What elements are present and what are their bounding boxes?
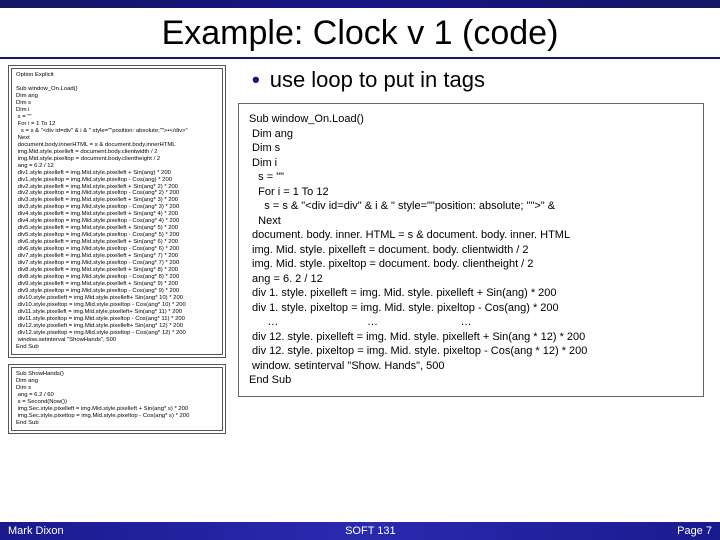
top-accent-bar (0, 0, 720, 8)
footer-center: SOFT 131 (345, 525, 396, 537)
footer-right: Page 7 (677, 525, 712, 537)
bullet-line: • use loop to put in tags (252, 67, 712, 93)
code-box-hands: Sub ShowHands() Dim ang Dim s ang = 6.2 … (11, 367, 223, 431)
slide-title: Example: Clock v 1 (code) (0, 14, 720, 53)
code-box-hands-outer: Sub ShowHands() Dim ang Dim s ang = 6.2 … (8, 364, 226, 434)
bullet-icon: • (252, 67, 260, 92)
code-box-main-outer: Option Explicit Sub window_On.Load() Dim… (8, 65, 226, 358)
footer-left: Mark Dixon (8, 525, 64, 537)
code-box-main: Option Explicit Sub window_On.Load() Dim… (11, 68, 223, 355)
bullet-text: use loop to put in tags (270, 67, 485, 92)
title-underline (0, 57, 720, 59)
code-excerpt-box: Sub window_On.Load() Dim ang Dim s Dim i… (238, 103, 704, 397)
footer-bar: Mark Dixon SOFT 131 Page 7 (0, 522, 720, 540)
